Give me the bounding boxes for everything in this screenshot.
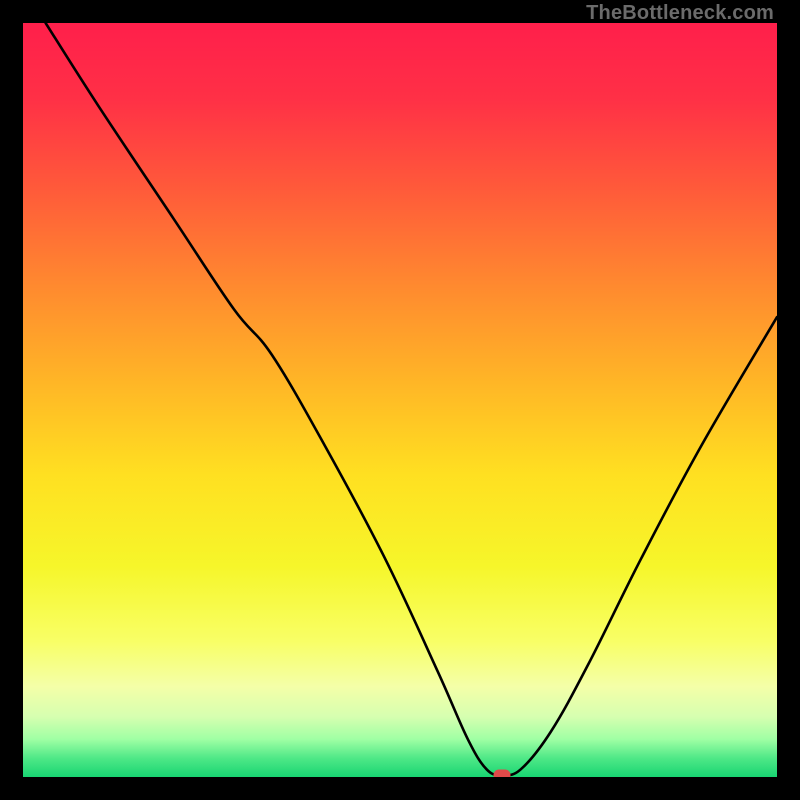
gradient-background [23, 23, 777, 777]
chart-frame: TheBottleneck.com [0, 0, 800, 800]
watermark-text: TheBottleneck.com [586, 2, 774, 25]
chart-svg [23, 23, 777, 777]
plot-area [23, 23, 777, 777]
optimum-marker [493, 769, 510, 777]
